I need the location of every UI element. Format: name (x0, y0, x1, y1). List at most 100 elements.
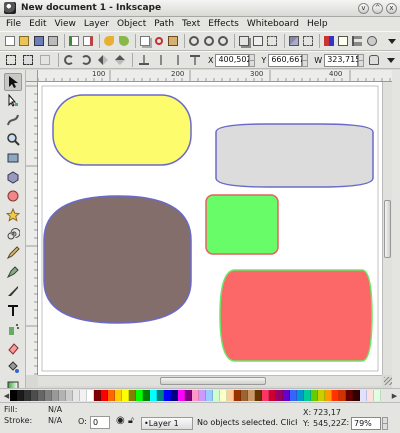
horizontal-scrollbar[interactable] (38, 375, 382, 386)
palette-swatch[interactable] (374, 390, 381, 401)
zoom-input[interactable]: 79% (351, 417, 381, 430)
palette-swatch[interactable] (353, 390, 360, 401)
palette-swatch[interactable] (94, 390, 101, 401)
new-document-icon[interactable] (4, 34, 16, 49)
palette-swatch[interactable] (129, 390, 136, 401)
y-coordinate-input[interactable]: 660,667 (268, 53, 304, 67)
x-coordinate-input[interactable]: 400,502 (215, 53, 252, 67)
lower-to-bottom-icon[interactable] (187, 53, 202, 68)
spiral-tool[interactable] (4, 225, 22, 243)
resize-grip[interactable] (384, 377, 392, 385)
clone-icon[interactable] (252, 34, 264, 49)
palette-swatch[interactable] (80, 390, 87, 401)
palette-swatch[interactable] (199, 390, 206, 401)
palette-swatch[interactable] (367, 390, 374, 401)
paste-icon[interactable] (167, 34, 179, 49)
import-icon[interactable] (68, 34, 80, 49)
rotate-cw-icon[interactable] (79, 53, 94, 68)
zoom-spinner[interactable] (382, 417, 388, 430)
brown-rounded-rect[interactable] (43, 195, 192, 324)
cut-icon[interactable] (153, 34, 165, 49)
palette-swatch[interactable] (59, 390, 66, 401)
menu-file[interactable]: File (6, 19, 21, 29)
flip-vertical-icon[interactable] (112, 53, 127, 68)
horizontal-ruler[interactable]: 100 200 300 400 (26, 70, 392, 82)
lock-icon[interactable] (366, 53, 381, 68)
palette-swatch[interactable] (283, 390, 290, 401)
palette-swatch[interactable] (255, 390, 262, 401)
raise-icon[interactable] (153, 53, 168, 68)
palette-left-arrow-icon[interactable]: ◀ (3, 392, 10, 400)
palette-swatch[interactable] (171, 390, 178, 401)
palette-swatch[interactable] (178, 390, 185, 401)
horizontal-scroll-thumb[interactable] (160, 377, 266, 385)
preferences-icon[interactable] (366, 34, 378, 49)
lower-icon[interactable] (170, 53, 185, 68)
palette-swatch[interactable] (220, 390, 227, 401)
flip-horizontal-icon[interactable] (96, 53, 111, 68)
export-icon[interactable] (82, 34, 94, 49)
palette-swatch[interactable] (101, 390, 108, 401)
menu-whiteboard[interactable]: Whiteboard (247, 19, 299, 29)
vertical-ruler[interactable] (26, 82, 38, 375)
ellipse-tool[interactable] (4, 187, 22, 205)
raise-to-top-icon[interactable] (136, 53, 151, 68)
palette-swatch[interactable] (248, 390, 255, 401)
tweak-tool[interactable] (4, 111, 22, 129)
palette-swatch[interactable] (10, 390, 17, 401)
palette-swatch[interactable] (346, 390, 353, 401)
menu-effects[interactable]: Effects (208, 19, 239, 29)
unlink-clone-icon[interactable] (266, 34, 278, 49)
selector-tool[interactable] (4, 73, 22, 91)
vertical-scrollbar[interactable] (382, 82, 392, 375)
palette-swatch[interactable] (164, 390, 171, 401)
palette-swatch[interactable] (339, 390, 346, 401)
text-tool[interactable] (4, 301, 22, 319)
palette-swatch[interactable] (234, 390, 241, 401)
deselect-icon[interactable] (38, 53, 53, 68)
palette-swatch[interactable] (213, 390, 220, 401)
vertical-scroll-thumb[interactable] (384, 200, 391, 258)
width-spinner[interactable] (358, 53, 365, 67)
eraser-tool[interactable] (4, 339, 22, 357)
toolbar-overflow-icon[interactable] (383, 53, 398, 68)
palette-swatch[interactable] (143, 390, 150, 401)
palette-swatch[interactable] (122, 390, 129, 401)
pen-tool[interactable] (4, 263, 22, 281)
align-icon[interactable] (351, 34, 363, 49)
pencil-tool[interactable] (4, 244, 22, 262)
width-input[interactable]: 323,715 (324, 53, 360, 67)
palette-swatch[interactable] (108, 390, 115, 401)
node-tool[interactable] (4, 92, 22, 110)
palette-swatch[interactable] (297, 390, 304, 401)
save-icon[interactable] (33, 34, 45, 49)
palette-swatch[interactable] (17, 390, 24, 401)
menu-path[interactable]: Path (154, 19, 174, 29)
opacity-input[interactable]: 0 (90, 416, 110, 429)
palette-swatch[interactable] (318, 390, 325, 401)
palette-swatch[interactable] (304, 390, 311, 401)
rotate-ccw-icon[interactable] (62, 53, 77, 68)
palette-swatch[interactable] (262, 390, 269, 401)
green-rounded-rect[interactable] (205, 194, 279, 255)
palette-swatch[interactable] (136, 390, 143, 401)
ungroup-icon[interactable] (302, 34, 314, 49)
layer-selector[interactable]: •Layer 1 (141, 417, 193, 430)
palette-swatch[interactable] (185, 390, 192, 401)
zoom-selection-icon[interactable] (188, 34, 200, 49)
spray-tool[interactable] (4, 320, 22, 338)
menu-edit[interactable]: Edit (29, 19, 46, 29)
close-button[interactable]: x (386, 3, 397, 14)
palette-swatch[interactable] (325, 390, 332, 401)
rectangle-tool[interactable] (4, 149, 22, 167)
palette-swatch[interactable] (192, 390, 199, 401)
palette-swatch[interactable] (24, 390, 31, 401)
undo-icon[interactable] (103, 34, 115, 49)
xml-editor-icon[interactable] (337, 34, 349, 49)
star-tool[interactable] (4, 206, 22, 224)
maximize-button[interactable]: ^ (372, 3, 383, 14)
palette-right-arrow-icon[interactable]: ▶ (391, 392, 398, 400)
menu-layer[interactable]: Layer (84, 19, 109, 29)
palette-swatch[interactable] (227, 390, 234, 401)
open-folder-icon[interactable] (18, 34, 30, 49)
